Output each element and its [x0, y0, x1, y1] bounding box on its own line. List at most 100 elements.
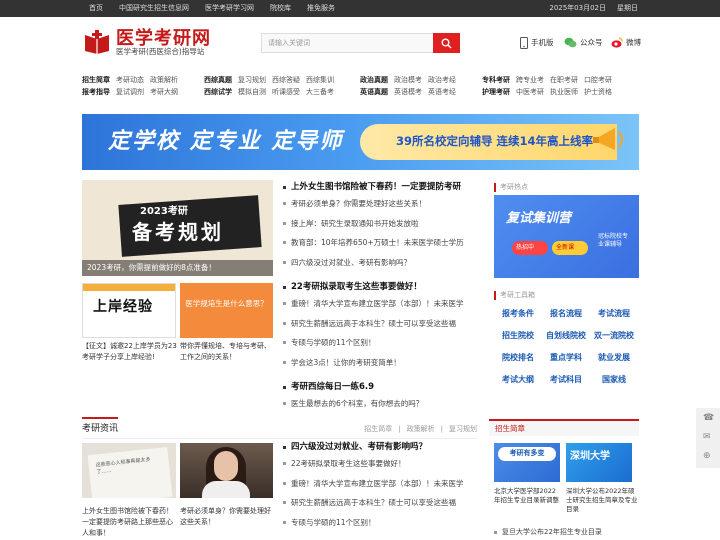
cat-item[interactable]: 中医考研	[516, 88, 544, 97]
cat-item[interactable]: 在职考研	[550, 76, 578, 85]
admissions-card-1-caption[interactable]: 北京大学医学部2022年招生专业目录新调整	[494, 487, 562, 505]
message-float-icon[interactable]: ✉	[703, 432, 711, 443]
cat-item[interactable]: 执业医师	[550, 88, 578, 97]
news-list-item[interactable]: 重磅！清华大学宣布建立医学部（本部）！未来医学	[283, 474, 464, 494]
tool-link[interactable]: 招生院校	[494, 326, 542, 346]
tool-link[interactable]: 考试科目	[542, 370, 590, 390]
admissions-card-1[interactable]: 考研有多变	[494, 443, 560, 482]
news-list-item[interactable]: 22考研拟录取考生这些事要做好！	[283, 454, 464, 474]
headline-item[interactable]: 四六级没过对就业、考研有影响吗？	[283, 253, 464, 273]
cat-item[interactable]: 听课感受	[272, 88, 300, 97]
cat-item[interactable]: 复习规划	[238, 76, 266, 85]
top-nav-home[interactable]: 首页	[89, 4, 103, 13]
share-float-icon[interactable]: ⊕	[703, 451, 711, 462]
floating-toolbar: ☎ ✉ ⊕	[696, 408, 720, 468]
mobile-link[interactable]: 手机版	[520, 37, 554, 49]
mini-card-guipei[interactable]: 医学规培生是什么意思？	[180, 283, 273, 338]
cat-head[interactable]: 护理考研	[482, 88, 510, 97]
news-list-item[interactable]: 研究生薪酬远远高于本科生？硕士可以享受这些福	[283, 493, 464, 513]
feature-image[interactable]: 2023考研 备考规划 2023考研，你需提前做好的8点准备！	[82, 180, 273, 276]
admissions-card-2[interactable]: 深圳大学	[566, 443, 632, 482]
feature-img-line1: 2023考研	[140, 206, 188, 217]
cat-item[interactable]: 西综集训	[306, 76, 334, 85]
cat-item[interactable]: 护士资格	[584, 88, 612, 97]
cat-item[interactable]: 西综答疑	[272, 76, 300, 85]
tool-link[interactable]: 院校排名	[494, 348, 542, 368]
news-list-head[interactable]: 四六级没过对就业、考研有影响吗？	[283, 440, 464, 454]
phone-float-icon[interactable]: ☎	[703, 413, 714, 424]
headline-item[interactable]: 研究生薪酬远远高于本科生？硕士可以享受这些福	[283, 314, 464, 334]
top-nav-study[interactable]: 医学考研学习网	[205, 4, 254, 13]
headline-group-1: 上外女生图书馆险被下春药！一定要提防考研 考研必须单身？你需要处理好这些关系！ …	[283, 180, 464, 272]
headline-title[interactable]: 考研西综每日一练6.9	[283, 380, 423, 394]
mini-card-experience[interactable]: 上岸经验	[82, 283, 176, 338]
cat-item[interactable]: 大三备考	[306, 88, 334, 97]
feature-caption[interactable]: 2023考研，你需提前做好的8点准备！	[82, 260, 273, 276]
headline-item[interactable]: 专硕与学硕的11个区别！	[283, 333, 464, 353]
headline-item[interactable]: 学会这3点！让你的考研变简单！	[283, 353, 464, 373]
news-thumb-1-caption[interactable]: 上外女生图书馆险被下春药！一定要提防考研路上那些恶心人和事！	[82, 506, 178, 539]
news-link[interactable]: 招生简章	[364, 425, 392, 434]
cat-item[interactable]: 跨专业考	[516, 76, 544, 85]
headline-title[interactable]: 22考研拟录取考生这些事要做好！	[283, 280, 464, 294]
news-link[interactable]: 政策解析	[407, 425, 435, 434]
headline-item[interactable]: 教育部：10年培养650+万硕士！未来医学硕士学历	[283, 233, 464, 253]
wechat-link[interactable]: 公众号	[564, 37, 603, 48]
news-thumb-2[interactable]	[180, 443, 273, 498]
admissions-title[interactable]: 招生简章	[489, 419, 639, 436]
news-thumb-1[interactable]: 这些恶心人和事真是太多了……	[82, 443, 176, 498]
tool-link[interactable]: 就业发展	[590, 348, 638, 368]
cat-item[interactable]: 政策解析	[150, 76, 178, 85]
cat-item[interactable]: 考研动态	[116, 76, 144, 85]
headline-item[interactable]: 重磅！清华大学宣布建立医学部（本部）！未来医学	[283, 294, 464, 314]
cat-item[interactable]: 考研大纲	[150, 88, 178, 97]
section-accent	[82, 417, 118, 419]
news-thumb-2-caption[interactable]: 考研必须单身？你需要处理好这些关系！	[180, 506, 274, 528]
cat-item[interactable]: 政治模考	[394, 76, 422, 85]
tool-link[interactable]: 考试大纲	[494, 370, 542, 390]
logo-book-icon[interactable]	[83, 29, 111, 55]
cat-item[interactable]: 英语模考	[394, 88, 422, 97]
top-nav-schools[interactable]: 院校库	[270, 4, 291, 13]
mini-card-guipei-caption[interactable]: 带你弄懂规培、专培与考研、工作之间的关系！	[180, 341, 274, 363]
cat-item[interactable]: 英语考经	[428, 88, 456, 97]
cat-item[interactable]: 模拟自测	[238, 88, 266, 97]
tool-link[interactable]: 自划线院校	[542, 326, 590, 346]
sidebar-ad-note: 冠标院校专业课辅导	[598, 233, 629, 248]
headline-item[interactable]: 考研必须单身？你需要处理好这些关系！	[283, 194, 464, 214]
cat-head[interactable]: 西综试学	[204, 88, 232, 97]
cat-head[interactable]: 专科考研	[482, 76, 510, 85]
cat-item[interactable]: 政治考经	[428, 76, 456, 85]
cat-head[interactable]: 报考指导	[82, 88, 110, 97]
promo-banner[interactable]: 定学校 定专业 定导师 39所名校定向辅导 连续14年高上线率	[82, 114, 639, 170]
tool-link[interactable]: 双一流院校	[590, 326, 638, 346]
headline-item[interactable]: 接上岸：研究生录取通知书开始发放啦	[283, 214, 464, 234]
admissions-card-2-caption[interactable]: 深圳大学公布2022年硕士研究生招生简章及专业目录	[566, 487, 638, 514]
tool-link[interactable]: 国家线	[590, 370, 638, 390]
weibo-link[interactable]: 微博	[611, 37, 641, 48]
headline-title[interactable]: 上外女生图书馆险被下春药！一定要提防考研	[283, 180, 464, 194]
cat-item[interactable]: 复试调剂	[116, 88, 144, 97]
news-link[interactable]: 复习规划	[449, 425, 477, 434]
admissions-card-1-text: 考研有多变	[498, 447, 556, 461]
tool-link[interactable]: 重点学科	[542, 348, 590, 368]
headline-item[interactable]: 医生最想去的6个科室，有你想去的吗？	[283, 394, 423, 414]
logo-subtitle: 医学考研(西医综合)指导站	[116, 47, 205, 56]
sidebar-ad[interactable]: 复试集训营 热招中 全新课 冠标院校专业课辅导	[494, 195, 639, 278]
search-button[interactable]	[433, 33, 460, 53]
cat-head[interactable]: 英语真题	[360, 88, 388, 97]
top-nav-tuimian[interactable]: 推免服务	[307, 4, 335, 13]
cat-head[interactable]: 招生简章	[82, 76, 110, 85]
cat-item[interactable]: 口腔考研	[584, 76, 612, 85]
search-input[interactable]: 请输入关键词	[261, 33, 433, 53]
tool-link[interactable]: 报名流程	[542, 304, 590, 324]
headline-group-3: 考研西综每日一练6.9 医生最想去的6个科室，有你想去的吗？	[283, 380, 423, 414]
tool-link[interactable]: 考试流程	[590, 304, 638, 324]
news-list-item[interactable]: 专硕与学硕的11个区别！	[283, 513, 464, 533]
tool-link[interactable]: 报考条件	[494, 304, 542, 324]
top-nav-yanzhao[interactable]: 中国研究生招生信息网	[119, 4, 189, 13]
cat-head[interactable]: 西综真题	[204, 76, 232, 85]
cat-head[interactable]: 政治真题	[360, 76, 388, 85]
mini-card-experience-caption[interactable]: 【征文】诚邀22上岸学员为23考研学子分享上岸经验!	[82, 341, 178, 363]
admissions-list-item[interactable]: 复旦大学公布22年招生专业目录	[494, 526, 602, 538]
